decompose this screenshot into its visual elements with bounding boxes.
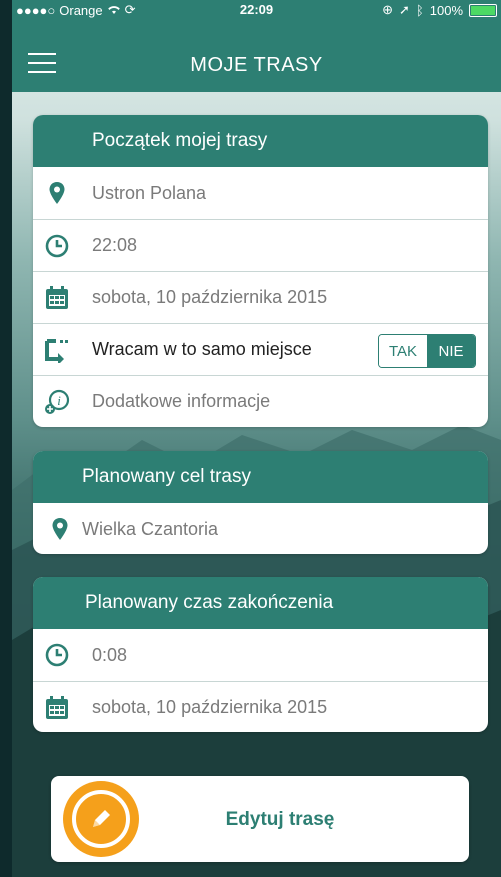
- clock-icon: [44, 233, 70, 259]
- start-time-value: 22:08: [92, 235, 138, 255]
- bluetooth-icon: ᛒ: [415, 2, 424, 18]
- end-time-row[interactable]: 0:08: [33, 629, 488, 681]
- destination-value: Wielka Czantoria: [82, 518, 219, 539]
- start-location-value: Ustron Polana: [92, 182, 207, 203]
- return-arrow-icon: [44, 337, 70, 365]
- clock-icon: [44, 642, 70, 668]
- battery-percent: 100%: [429, 2, 463, 18]
- start-location-row[interactable]: Ustron Polana: [33, 167, 488, 219]
- more-info-label: Dodatkowe informacje: [92, 391, 271, 411]
- status-bar: ●●●●○ Orange ⟳ 22:09 ⊕ ➚ ᛒ 100%: [12, 0, 501, 20]
- more-info-row[interactable]: i Dodatkowe informacje: [33, 375, 488, 427]
- toggle-no-button[interactable]: NIE: [427, 335, 475, 367]
- nav-bar: MOJE TRASY: [12, 20, 501, 92]
- location-pin-icon: [44, 180, 70, 206]
- location-pin-icon: [47, 516, 73, 542]
- return-label: Wracam w to samo miejsce: [92, 339, 312, 359]
- end-time-value: 0:08: [92, 644, 128, 665]
- svg-text:i: i: [57, 393, 61, 408]
- lock-rotation-icon: ⊕: [382, 2, 394, 17]
- start-date-row[interactable]: sobota, 10 października 2015: [33, 271, 488, 323]
- info-add-icon: i: [44, 389, 70, 415]
- destination-card-title: Planowany cel trasy: [33, 451, 488, 503]
- calendar-icon: [44, 285, 70, 311]
- edit-route-label: Edytuj trasę: [225, 809, 335, 830]
- end-date-row[interactable]: sobota, 10 października 2015: [33, 681, 488, 732]
- battery-icon: [469, 3, 497, 17]
- return-toggle: TAK NIE: [378, 334, 476, 368]
- page-title: MOJE TRASY: [190, 54, 323, 76]
- start-date-value: sobota, 10 października 2015: [92, 287, 328, 307]
- destination-row[interactable]: Wielka Czantoria: [33, 503, 488, 554]
- start-time-row[interactable]: 22:08: [33, 219, 488, 271]
- edit-route-button[interactable]: Edytuj trasę: [51, 776, 469, 862]
- toggle-yes-button[interactable]: TAK: [379, 335, 427, 367]
- start-card: Początek mojej trasy Ustron Polana 22:08…: [33, 115, 488, 427]
- end-date-value: sobota, 10 października 2015: [92, 697, 328, 717]
- location-arrow-icon: ➚: [399, 2, 410, 17]
- return-row: Wracam w to samo miejsce TAK NIE: [33, 323, 488, 375]
- calendar-icon: [44, 695, 70, 721]
- destination-card: Planowany cel trasy Wielka Czantoria: [33, 451, 488, 554]
- end-card-title: Planowany czas zakończenia: [33, 577, 488, 629]
- start-card-title: Początek mojej trasy: [33, 115, 488, 167]
- app-screen: ●●●●○ Orange ⟳ 22:09 ⊕ ➚ ᛒ 100% MOJE TRA…: [12, 0, 501, 877]
- end-card: Planowany czas zakończenia 0:08 sobota, …: [33, 577, 488, 732]
